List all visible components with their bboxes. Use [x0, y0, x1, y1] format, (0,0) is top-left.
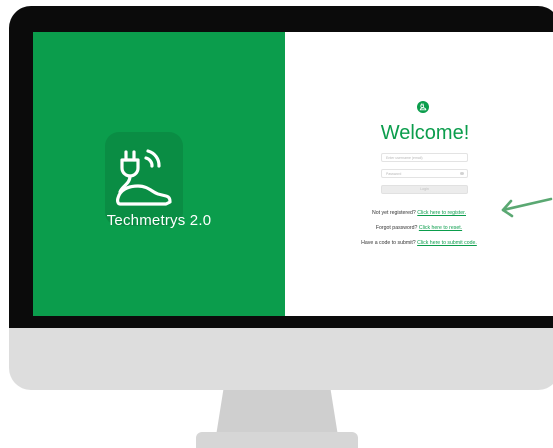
password-field[interactable]	[381, 169, 468, 178]
plug-car-small-glyph	[419, 103, 427, 111]
plug-car-logo-icon	[116, 149, 172, 206]
reset-prompt: Forgot password?	[375, 225, 418, 231]
password-input[interactable]	[386, 170, 456, 177]
username-input[interactable]	[386, 154, 456, 161]
brand-panel: Techmetrys 2.0	[33, 32, 285, 316]
welcome-heading: Welcome!	[380, 122, 470, 144]
monitor-stand-neck	[216, 390, 338, 436]
eye-icon[interactable]	[460, 172, 464, 175]
plug-car-small-icon	[417, 101, 429, 113]
arrow-icon	[501, 197, 553, 218]
submit-code-link[interactable]: Click here to submit code.	[417, 240, 477, 246]
register-link[interactable]: Click here to register.	[417, 210, 466, 216]
username-field[interactable]	[381, 153, 468, 162]
register-prompt: Not yet registered?	[371, 210, 416, 216]
monitor-screen: Techmetrys 2.0 Welcome! Login	[33, 32, 553, 316]
submit-code-prompt: Have a code to submit?	[361, 240, 416, 246]
submit-code-row: Have a code to submit? Click here to sub…	[285, 240, 553, 246]
reset-link[interactable]: Click here to reset.	[419, 225, 462, 231]
login-panel: Welcome! Login Not yet registered? Click…	[285, 32, 553, 316]
monitor-chin	[9, 328, 553, 390]
app-name: Techmetrys 2.0	[106, 212, 212, 229]
reset-row: Forgot password? Click here to reset.	[285, 225, 553, 231]
login-button[interactable]: Login	[381, 185, 468, 194]
monitor-stand-base	[196, 432, 358, 448]
